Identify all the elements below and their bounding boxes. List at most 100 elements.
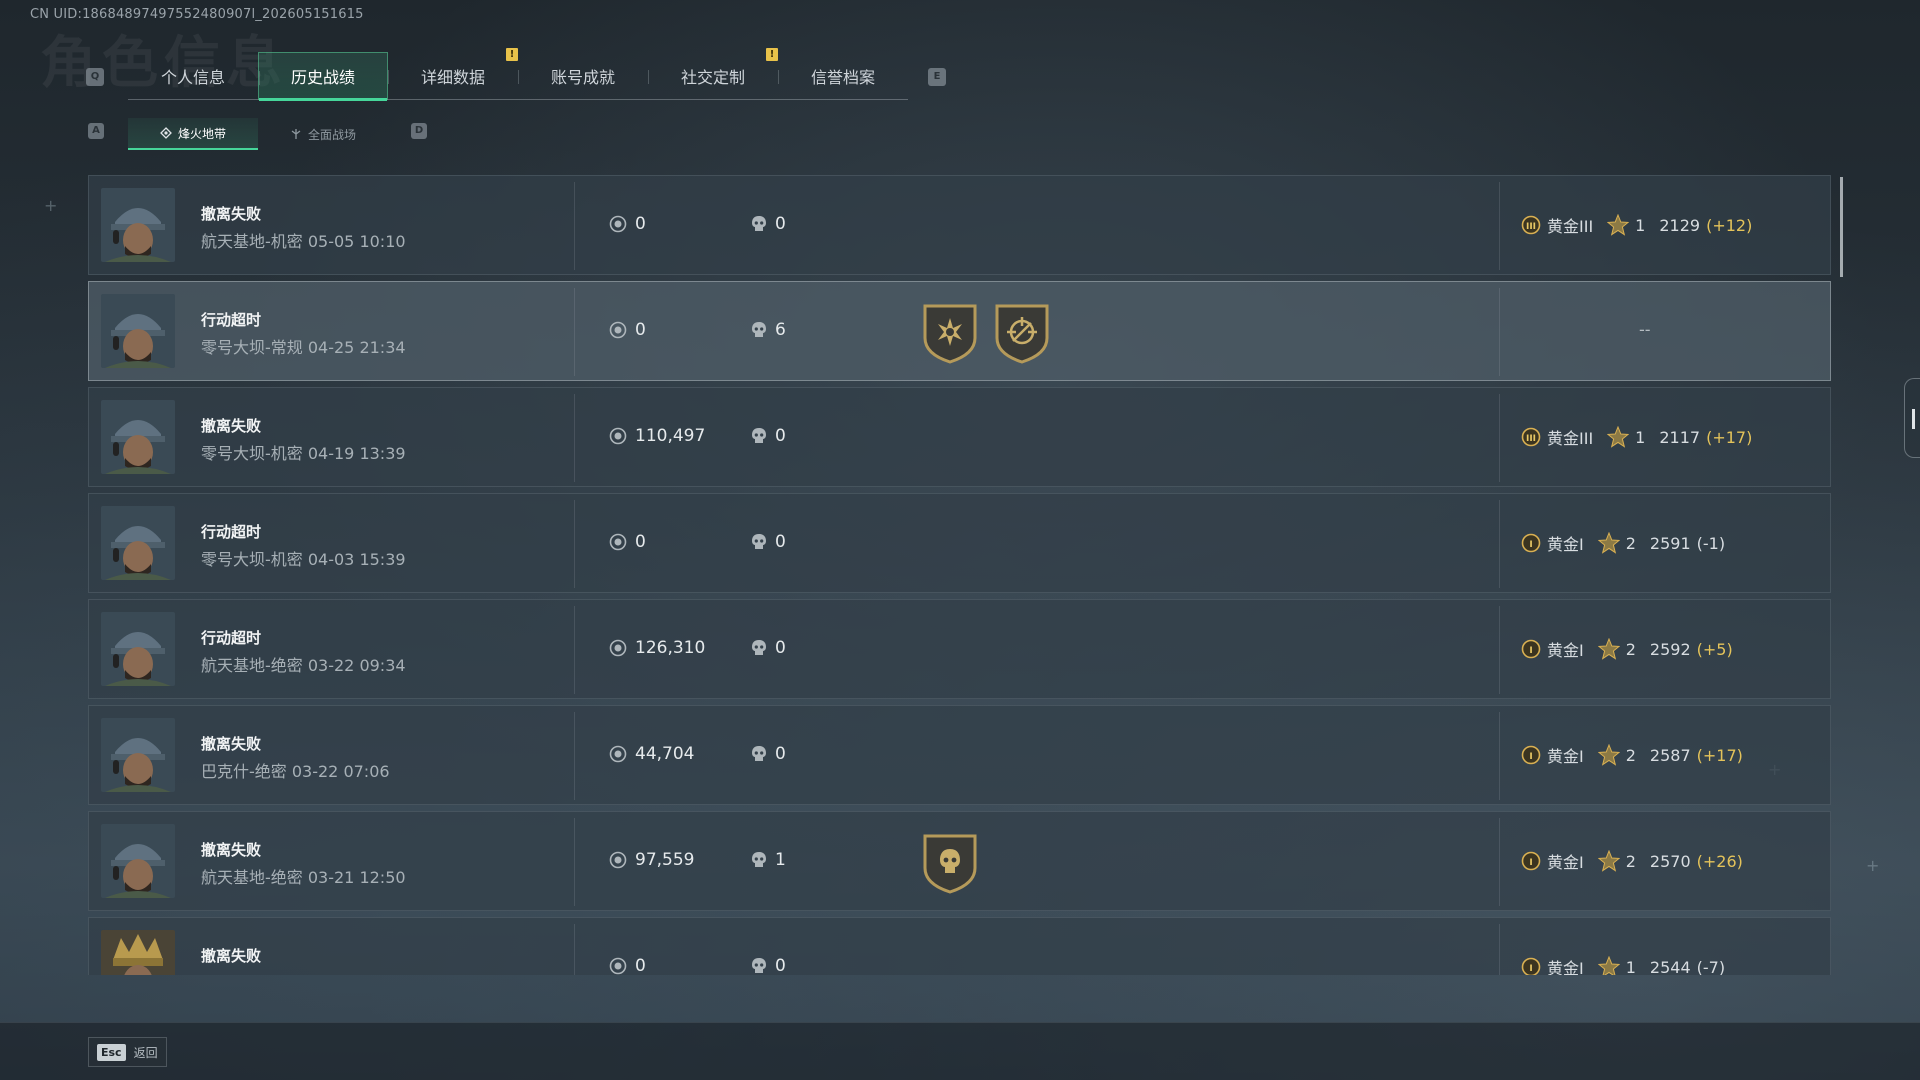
coin-icon <box>609 215 627 233</box>
match-record-row[interactable]: 行动超时 零号大坝-机密 04-03 15:39 0 0 I 黄金I 2 259… <box>88 493 1831 593</box>
tab-mode-battlefield[interactable]: 全面战场 <box>258 118 388 150</box>
star-icon <box>1597 744 1620 766</box>
map-and-time: 航天基地-绝密 03-21 12:50 <box>201 868 406 887</box>
list-scrollbar[interactable] <box>1840 177 1843 277</box>
kill-count: 0 <box>751 744 786 764</box>
tab-mode-flame-zone[interactable]: 烽火地带 <box>128 118 258 150</box>
skull-icon <box>752 958 766 973</box>
back-label: 返回 <box>133 1045 158 1060</box>
match-record-row[interactable]: 行动超时 零号大坝-常规 04-25 21:34 0 6 -- <box>88 281 1831 381</box>
operator-avatar <box>101 612 175 686</box>
key-hint-e: E <box>928 68 946 86</box>
key-hint-d: D <box>411 123 427 139</box>
divider <box>574 500 575 588</box>
rank-info: I 黄金I 1 2544 (-7) <box>1521 955 1725 975</box>
rank-score: 2544 <box>1649 957 1691 976</box>
achievement-badges <box>921 302 1051 364</box>
loot-value: 0 <box>609 532 646 552</box>
match-record-row[interactable]: 撤离失败 航天基地-绝密 03-21 12:50 97,559 1 I 黄金I … <box>88 811 1831 911</box>
tier-gold-icon: I <box>1521 851 1541 871</box>
coin-icon <box>609 533 627 551</box>
divider <box>1499 182 1500 270</box>
kill-count: 0 <box>751 956 786 975</box>
match-record-row[interactable]: 行动超时 航天基地-绝密 03-22 09:34 126,310 0 I 黄金I… <box>88 599 1831 699</box>
tab-match-history[interactable]: 历史战绩 <box>258 52 388 101</box>
bottom-bar: Esc 返回 <box>0 1022 1920 1080</box>
tab-reputation[interactable]: 信誉档案 <box>778 52 908 100</box>
operator-avatar <box>101 718 175 792</box>
rank-empty: -- <box>1639 320 1651 339</box>
loot-value: 0 <box>609 956 646 975</box>
mode-tab-bar: 烽火地带 全面战场 <box>128 118 388 150</box>
divider <box>1499 288 1500 376</box>
star-icon <box>1607 214 1630 236</box>
match-history-list[interactable]: 撤离失败 航天基地-机密 05-05 10:10 0 0 III 黄金III 1… <box>88 175 1831 975</box>
loot-value: 44,704 <box>609 744 694 764</box>
operator-avatar <box>101 188 175 262</box>
svg-text:I: I <box>1529 646 1532 656</box>
loot-value: 126,310 <box>609 638 705 658</box>
tab-detailed-data[interactable]: 详细数据 ! <box>388 48 518 100</box>
decor-plus-icon: + <box>1866 856 1880 875</box>
rank-score: 2587 <box>1649 745 1691 765</box>
star-icon <box>1607 426 1630 448</box>
battlefield-icon <box>291 129 301 139</box>
tier-gold-icon: I <box>1521 639 1541 659</box>
tab-personal-info[interactable]: 个人信息 <box>128 52 258 100</box>
match-result: 撤离失败 <box>201 841 262 859</box>
score-change: (+17) <box>1706 427 1753 447</box>
tab-social-custom[interactable]: 社交定制 ! <box>648 48 778 100</box>
match-record-row[interactable]: 撤离失败 航天基地-机密 05-05 10:10 0 0 III 黄金III 1… <box>88 175 1831 275</box>
kill-count: 0 <box>751 426 786 446</box>
svg-text:I: I <box>1529 752 1532 762</box>
main-tab-bar: 个人信息 历史战绩 详细数据 ! 账号成就 社交定制 ! 信誉档案 <box>128 48 908 101</box>
rank-info: III 黄金III 1 2129 (+12) <box>1521 213 1752 237</box>
key-hint-q: Q <box>86 68 104 86</box>
coin-icon <box>609 639 627 657</box>
rank-info: I 黄金I 2 2591 (-1) <box>1521 531 1725 555</box>
divider <box>1499 606 1500 694</box>
tier-gold-icon: III <box>1521 427 1541 447</box>
operator-avatar <box>101 506 175 580</box>
tier-gold-icon: I <box>1521 745 1541 765</box>
side-panel-handle[interactable] <box>1904 378 1920 458</box>
skull-badge-icon[interactable] <box>921 832 979 894</box>
skull-icon <box>752 322 766 337</box>
rank-info: I 黄金I 2 2587 (+17) <box>1521 743 1743 767</box>
coin-icon <box>609 957 627 975</box>
alert-badge-icon: ! <box>506 48 518 61</box>
map-and-time: 航天基地-绝密 03-22 09:34 <box>201 656 406 675</box>
match-record-row[interactable]: 撤离失败 巴克什-绝密 03-22 07:06 44,704 0 I 黄金I 2… <box>88 705 1831 805</box>
divider <box>574 924 575 975</box>
divider <box>574 288 575 376</box>
star-icon <box>1597 850 1620 872</box>
match-record-row[interactable]: 撤离失败 零号大坝-机密 04-19 13:39 110,497 0 III 黄… <box>88 387 1831 487</box>
kill-count: 1 <box>751 850 786 870</box>
map-and-time: 零号大坝-机密 04-19 13:39 <box>201 444 406 463</box>
tier-gold-icon: III <box>1521 215 1541 235</box>
map-and-time: 零号大坝-常规 04-25 21:34 <box>201 338 406 357</box>
divider <box>1499 394 1500 482</box>
score-change: (+12) <box>1706 215 1753 235</box>
back-button[interactable]: Esc 返回 <box>88 1037 167 1067</box>
skull-icon <box>752 852 766 867</box>
achievement-badges <box>921 832 979 894</box>
operator-avatar <box>101 824 175 898</box>
score-change: (+5) <box>1696 639 1733 659</box>
svg-text:III: III <box>1526 434 1536 444</box>
skull-icon <box>752 428 766 443</box>
divider <box>574 818 575 906</box>
skull-icon <box>752 534 766 549</box>
score-change: (-1) <box>1696 533 1726 553</box>
crosshair-badge-icon[interactable] <box>993 302 1051 364</box>
map-and-time: 航天基地-机密 05-05 10:10 <box>201 232 406 251</box>
divider <box>574 606 575 694</box>
tab-achievements[interactable]: 账号成就 <box>518 52 648 100</box>
divider <box>1499 500 1500 588</box>
sunburst-badge-icon[interactable] <box>921 302 979 364</box>
match-result: 行动超时 <box>201 629 262 647</box>
rank-info: I 黄金I 2 2592 (+5) <box>1521 637 1733 661</box>
loot-value: 0 <box>609 214 646 234</box>
match-record-row[interactable]: 撤离失败 0 0 I 黄金I 1 2544 (-7) <box>88 917 1831 975</box>
decor-plus-icon: + <box>44 196 58 215</box>
